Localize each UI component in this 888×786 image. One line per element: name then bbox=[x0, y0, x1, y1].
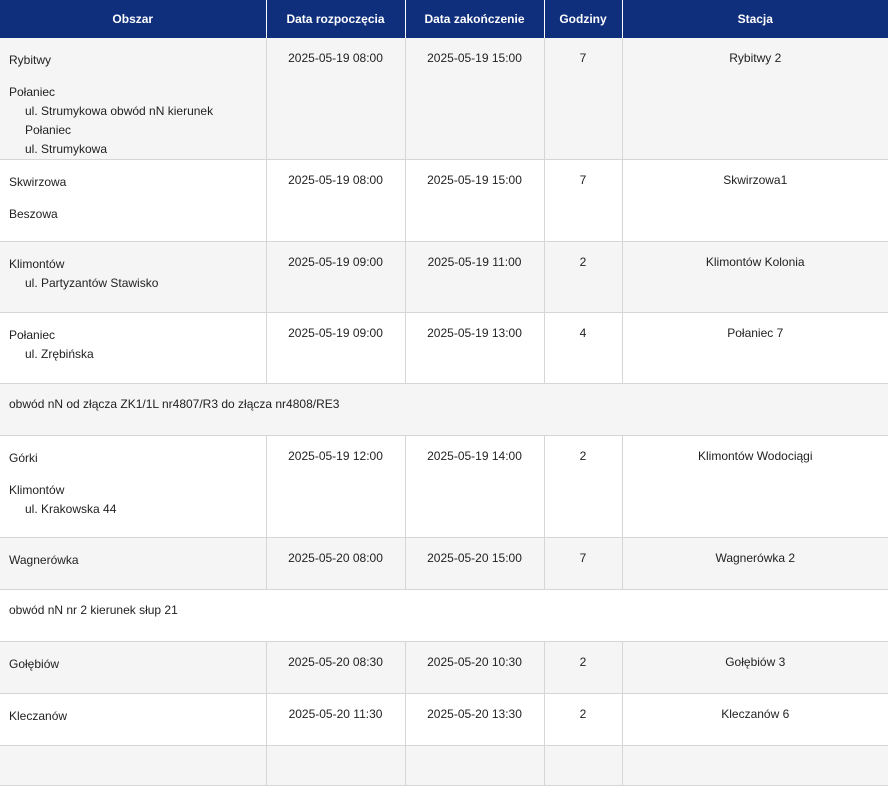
start-date-cell: 2025-05-20 08:30 bbox=[266, 641, 406, 694]
street-name: ul. Strumykowa obwód nN kierunek Połanie… bbox=[25, 104, 214, 137]
station-cell bbox=[622, 745, 888, 786]
end-date-cell bbox=[405, 745, 545, 786]
note-row: obwód nN nr 2 kierunek słup 21 bbox=[0, 589, 888, 642]
street-name: ul. Zrębińska bbox=[25, 347, 94, 361]
street-name: ul. Partyzantów Stawisko bbox=[25, 276, 159, 290]
street-name: ul. Strumykowa bbox=[25, 142, 108, 156]
area-name: Połaniec bbox=[9, 85, 56, 99]
table-row: Gołębiów 2025-05-20 08:30 2025-05-20 10:30… bbox=[0, 641, 888, 694]
start-date-cell: 2025-05-19 09:00 bbox=[266, 241, 406, 313]
header-row: Obszar Data rozpoczęcia Data zakończenie… bbox=[0, 0, 888, 38]
end-date-cell: 2025-05-20 15:00 bbox=[405, 537, 545, 590]
start-date-cell bbox=[266, 745, 406, 786]
area-cell: Wagnerówka bbox=[0, 537, 267, 590]
column-header-area[interactable]: Obszar bbox=[0, 0, 267, 38]
station-cell: Klimontów Wodociągi bbox=[622, 435, 888, 538]
area-name: Beszowa bbox=[9, 207, 58, 221]
area-block: Klimontów ul. Krakowska 44 bbox=[9, 481, 257, 519]
area-name: Klimontów bbox=[9, 483, 65, 497]
area-name: Gołębiów bbox=[9, 657, 60, 671]
circuit-note: obwód nN od złącza ZK1/1L nr4807/R3 do z… bbox=[0, 383, 888, 436]
area-block: Klimontów ul. Partyzantów Stawisko bbox=[9, 255, 257, 293]
station-cell: Wagnerówka 2 bbox=[622, 537, 888, 590]
column-header-hours[interactable]: Godziny bbox=[544, 0, 623, 38]
station-cell: Skwirzowa1 bbox=[622, 159, 888, 242]
station-cell: Gołębiów 3 bbox=[622, 641, 888, 694]
column-header-end-date[interactable]: Data zakończenie bbox=[405, 0, 545, 38]
end-date-cell: 2025-05-19 15:00 bbox=[405, 38, 545, 160]
area-block: Rybitwy bbox=[9, 51, 257, 70]
hours-cell: 2 bbox=[544, 241, 623, 313]
area-block: Kleczanów bbox=[9, 707, 257, 726]
start-date-cell: 2025-05-20 08:00 bbox=[266, 537, 406, 590]
end-date-cell: 2025-05-20 10:30 bbox=[405, 641, 545, 694]
outage-schedule-table: Obszar Data rozpoczęcia Data zakończenie… bbox=[0, 0, 888, 786]
area-name: Skwirzowa bbox=[9, 175, 67, 189]
table-row: Połaniec ul. Zrębińska 2025-05-19 09:00 202… bbox=[0, 312, 888, 384]
area-cell: Gołębiów bbox=[0, 641, 267, 694]
start-date-cell: 2025-05-19 09:00 bbox=[266, 312, 406, 384]
station-cell: Klimontów Kolonia bbox=[622, 241, 888, 313]
station-cell: Rybitwy 2 bbox=[622, 38, 888, 160]
column-header-station[interactable]: Stacja bbox=[622, 0, 888, 38]
table-row: Rybitwy Połaniec ul. Strumykowa obwód nN k… bbox=[0, 38, 888, 160]
area-name: Kleczanów bbox=[9, 709, 68, 723]
area-cell: Rybitwy Połaniec ul. Strumykowa obwód nN k… bbox=[0, 38, 267, 160]
area-block: Połaniec ul. Zrębińska bbox=[9, 326, 257, 364]
end-date-cell: 2025-05-19 15:00 bbox=[405, 159, 545, 242]
hours-cell: 7 bbox=[544, 537, 623, 590]
hours-cell: 2 bbox=[544, 641, 623, 694]
area-block: Beszowa bbox=[9, 205, 257, 224]
street-name: ul. Krakowska 44 bbox=[25, 502, 117, 516]
area-cell: Połaniec ul. Zrębińska bbox=[0, 312, 267, 384]
table-row: Wagnerówka 2025-05-20 08:00 2025-05-20 15:… bbox=[0, 537, 888, 590]
area-cell bbox=[0, 745, 267, 786]
end-date-cell: 2025-05-19 11:00 bbox=[405, 241, 545, 313]
area-name: Górki bbox=[9, 451, 38, 465]
hours-cell: 7 bbox=[544, 159, 623, 242]
note-row: obwód nN od złącza ZK1/1L nr4807/R3 do z… bbox=[0, 383, 888, 436]
area-cell: Skwirzowa Beszowa bbox=[0, 159, 267, 242]
hours-cell: 4 bbox=[544, 312, 623, 384]
area-cell: Górki Klimontów ul. Krakowska 44 bbox=[0, 435, 267, 538]
area-name: Klimontów bbox=[9, 257, 65, 271]
hours-cell: 7 bbox=[544, 38, 623, 160]
area-block: Gołębiów bbox=[9, 655, 257, 674]
hours-cell: 2 bbox=[544, 435, 623, 538]
area-block: Połaniec ul. Strumykowa obwód nN kierunek… bbox=[9, 83, 257, 159]
area-block: Wagnerówka bbox=[9, 551, 257, 570]
circuit-note: obwód nN nr 2 kierunek słup 21 bbox=[0, 589, 888, 642]
station-cell: Połaniec 7 bbox=[622, 312, 888, 384]
start-date-cell: 2025-05-19 12:00 bbox=[266, 435, 406, 538]
area-name: Połaniec bbox=[9, 328, 56, 342]
end-date-cell: 2025-05-19 13:00 bbox=[405, 312, 545, 384]
start-date-cell: 2025-05-19 08:00 bbox=[266, 159, 406, 242]
column-header-start-date[interactable]: Data rozpoczęcia bbox=[266, 0, 406, 38]
table-row: Skwirzowa Beszowa 2025-05-19 08:00 2025-05-… bbox=[0, 159, 888, 242]
table-row: Górki Klimontów ul. Krakowska 44 2025-05-19… bbox=[0, 435, 888, 538]
start-date-cell: 2025-05-19 08:00 bbox=[266, 38, 406, 160]
area-name: Wagnerówka bbox=[9, 553, 79, 567]
hours-cell bbox=[544, 745, 623, 786]
area-block: Górki bbox=[9, 449, 257, 468]
area-cell: Klimontów ul. Partyzantów Stawisko bbox=[0, 241, 267, 313]
table-row bbox=[0, 745, 888, 786]
area-name: Rybitwy bbox=[9, 53, 52, 67]
table-row: Klimontów ul. Partyzantów Stawisko 2025-05… bbox=[0, 241, 888, 313]
end-date-cell: 2025-05-19 14:00 bbox=[405, 435, 545, 538]
table-body: Rybitwy Połaniec ul. Strumykowa obwód nN k… bbox=[0, 38, 888, 786]
area-block: Skwirzowa bbox=[9, 173, 257, 192]
